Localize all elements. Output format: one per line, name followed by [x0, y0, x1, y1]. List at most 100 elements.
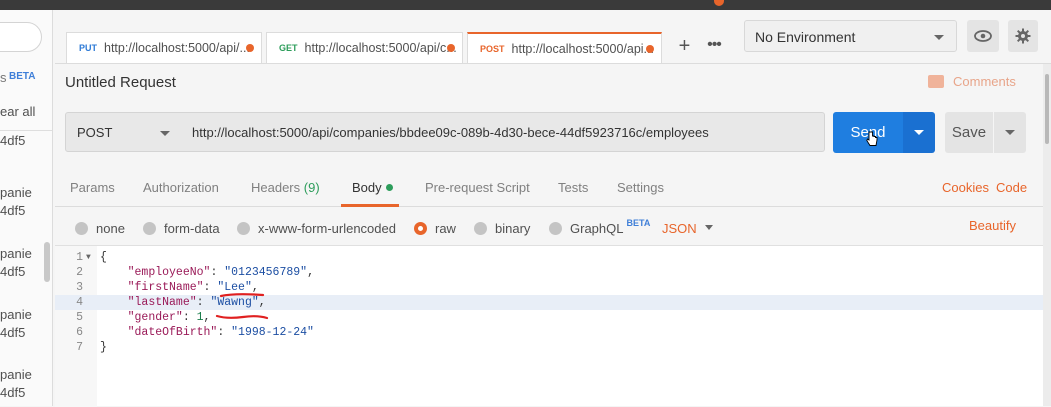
- comment-icon: [928, 75, 944, 88]
- history-item-sub[interactable]: 4df5: [0, 264, 25, 279]
- history-item[interactable]: panie: [0, 246, 32, 261]
- code-text: "gender": 1,: [100, 310, 211, 325]
- environment-select[interactable]: No Environment: [744, 20, 957, 52]
- active-tab-underline: [341, 204, 399, 207]
- body-type-form-data[interactable]: form-data: [143, 221, 220, 236]
- body-type-raw[interactable]: raw: [414, 221, 456, 236]
- tab-body[interactable]: Body: [352, 180, 393, 195]
- radio-selected-icon: [414, 222, 427, 235]
- scrollbar-thumb[interactable]: [1045, 74, 1049, 144]
- save-options-button[interactable]: [994, 112, 1026, 153]
- line-number: 5: [76, 311, 83, 324]
- chevron-down-icon: [934, 35, 944, 40]
- method-value: POST: [77, 125, 113, 140]
- sidebar: s BETA ear all 4df5 panie 4df5 panie 4df…: [0, 10, 53, 406]
- beautify-link[interactable]: Beautify: [969, 218, 1016, 233]
- line-number: 1: [76, 251, 83, 264]
- request-tab[interactable]: PUT http://localhost:5000/api/...: [66, 32, 262, 63]
- tab-url: http://localhost:5000/api/...: [104, 41, 250, 55]
- tab-headers[interactable]: Headers (9): [251, 180, 320, 195]
- unsaved-dot: [246, 44, 254, 52]
- request-tab[interactable]: GET http://localhost:5000/api/c...: [266, 32, 463, 63]
- comments-button[interactable]: Comments: [928, 74, 1016, 89]
- body-indicator-dot: [385, 184, 393, 191]
- json-key: "dateOfBirth": [127, 326, 218, 339]
- code-line[interactable]: 7 }: [55, 340, 1043, 355]
- json-key: "firstName": [127, 281, 204, 294]
- tab-prerequest-script[interactable]: Pre-request Script: [425, 180, 530, 195]
- code-editor[interactable]: 1 ▼ { 2 "employeeNo": "0123456789", 3 "f…: [55, 245, 1043, 407]
- code-line[interactable]: 3 "firstName": "Lee",: [55, 280, 1043, 295]
- line-number: 3: [76, 281, 83, 294]
- body-type-graphql[interactable]: GraphQL BETA: [549, 217, 651, 236]
- code-line-highlighted[interactable]: 4 "lastName": "Wawng",: [55, 295, 1043, 310]
- radio-icon: [549, 222, 562, 235]
- tab-url: http://localhost:5000/api/c...: [304, 41, 457, 55]
- tab-settings[interactable]: Settings: [617, 180, 664, 195]
- body-type-none[interactable]: none: [75, 221, 125, 236]
- url-input[interactable]: [182, 112, 825, 152]
- sidebar-search-input[interactable]: [0, 22, 42, 52]
- sidebar-beta-badge: BETA: [9, 71, 36, 82]
- cookies-link[interactable]: Cookies: [942, 180, 989, 195]
- chevron-down-icon: [160, 131, 170, 136]
- new-tab-button[interactable]: +: [670, 32, 699, 62]
- json-value: "1998-12-24": [231, 326, 314, 339]
- code-link[interactable]: Code: [996, 180, 1027, 195]
- body-type-label: binary: [495, 221, 531, 236]
- body-type-binary[interactable]: binary: [474, 221, 530, 236]
- sidebar-divider: [0, 130, 52, 131]
- history-item[interactable]: 4df5: [0, 133, 25, 148]
- tab-headers-label: Headers: [251, 180, 301, 195]
- json-value: "0123456789": [224, 266, 308, 279]
- fold-arrow-icon[interactable]: ▼: [86, 250, 91, 265]
- main-scrollbar[interactable]: [1043, 64, 1051, 406]
- window-top-bar: [0, 0, 1051, 10]
- radio-icon: [143, 222, 156, 235]
- unsaved-dot: [447, 44, 455, 52]
- red-annotation-marks: [215, 293, 269, 320]
- method-select[interactable]: POST: [65, 112, 183, 152]
- headers-count: (9): [303, 180, 320, 195]
- sidebar-scrollbar[interactable]: [44, 242, 50, 282]
- history-item[interactable]: panie: [0, 185, 32, 200]
- code-line[interactable]: 6 "dateOfBirth": "1998-12-24": [55, 325, 1043, 340]
- clear-all-link[interactable]: ear all: [0, 104, 35, 119]
- json-key: "employeeNo": [127, 266, 211, 279]
- chevron-down-icon: [1005, 130, 1015, 135]
- code-line[interactable]: 5 "gender": 1,: [55, 310, 1043, 325]
- history-item[interactable]: panie: [0, 367, 32, 382]
- tab-url: http://localhost:5000/api...: [511, 41, 654, 56]
- code-line[interactable]: 2 "employeeNo": "0123456789",: [55, 265, 1043, 280]
- code-text: {: [100, 251, 107, 264]
- tab-method: PUT: [79, 43, 97, 53]
- tab-authorization[interactable]: Authorization: [143, 180, 219, 195]
- chevron-down-icon[interactable]: [705, 225, 713, 230]
- more-tabs-button[interactable]: •••: [700, 32, 728, 62]
- environment-quick-look-button[interactable]: [967, 20, 999, 52]
- settings-button[interactable]: [1008, 20, 1038, 52]
- line-number: 4: [76, 296, 83, 309]
- request-tab-active[interactable]: POST http://localhost:5000/api...: [467, 32, 662, 63]
- send-options-button[interactable]: [903, 112, 935, 153]
- body-type-label: form-data: [164, 221, 220, 236]
- notification-dot: [714, 0, 724, 6]
- history-item-sub[interactable]: 4df5: [0, 325, 25, 340]
- json-key: "lastName": [127, 296, 197, 309]
- code-line[interactable]: 1 ▼ {: [55, 250, 1043, 265]
- json-end: ,: [307, 266, 314, 279]
- graphql-beta-badge: BETA: [626, 217, 651, 228]
- body-type-urlencoded[interactable]: x-www-form-urlencoded: [237, 221, 396, 236]
- history-item[interactable]: panie: [0, 307, 32, 322]
- history-item-sub[interactable]: 4df5: [0, 385, 25, 400]
- tab-params[interactable]: Params: [70, 180, 115, 195]
- tab-tests[interactable]: Tests: [558, 180, 588, 195]
- save-button[interactable]: Save: [945, 112, 993, 153]
- body-format-select[interactable]: JSON: [662, 221, 697, 236]
- tab-method: POST: [480, 43, 505, 54]
- history-item-sub[interactable]: 4df5: [0, 203, 25, 218]
- comments-label: Comments: [953, 74, 1016, 89]
- radio-icon: [237, 222, 250, 235]
- code-text: "dateOfBirth": "1998-12-24": [100, 325, 314, 340]
- request-title[interactable]: Untitled Request: [65, 74, 176, 91]
